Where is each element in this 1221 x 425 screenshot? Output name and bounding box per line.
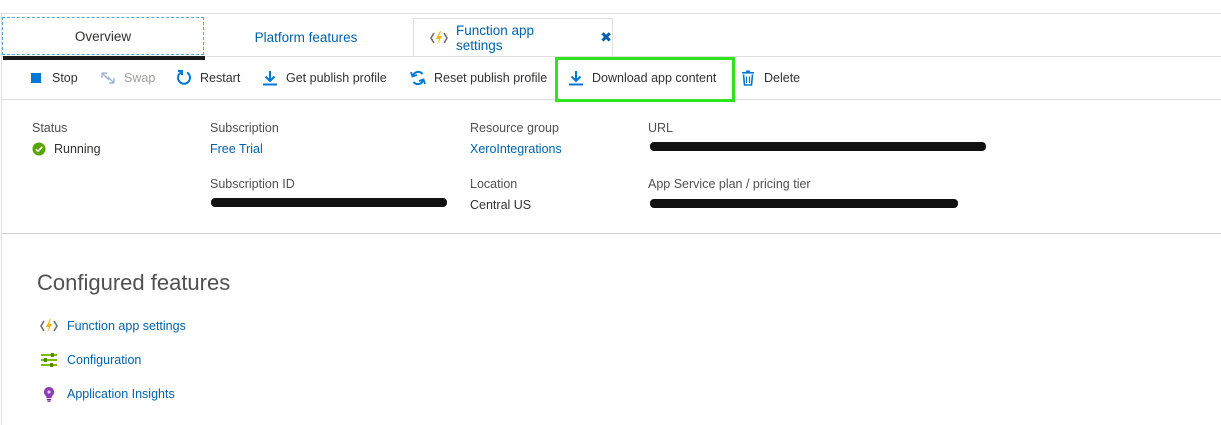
- restart-button[interactable]: Restart: [176, 57, 240, 99]
- restart-label: Restart: [200, 71, 241, 85]
- tab-overview[interactable]: Overview: [2, 17, 205, 60]
- stop-label: Stop: [52, 71, 78, 85]
- feature-application-insights[interactable]: Application Insights: [40, 386, 175, 402]
- subscription-id-redaction: [211, 198, 447, 207]
- stop-icon: [28, 70, 44, 86]
- reset-publish-profile-button[interactable]: Reset publish profile: [410, 57, 547, 99]
- running-check-icon: [32, 142, 46, 156]
- location-field: Location Central US: [470, 177, 531, 213]
- download-icon: [262, 70, 278, 86]
- resource-group-label: Resource group: [470, 121, 559, 135]
- command-bar: Stop Swap Restart Get publish profile Re…: [2, 57, 1221, 102]
- tab-function-app-settings-label: Function app settings: [456, 22, 535, 53]
- close-tab-icon[interactable]: ✖: [600, 29, 612, 46]
- status-label: Status: [32, 121, 68, 135]
- subscription-link[interactable]: Free Trial: [210, 140, 279, 157]
- subscription-label: Subscription: [210, 121, 279, 135]
- download-app-content-button[interactable]: Download app content: [568, 57, 716, 99]
- feature-label: Application Insights: [67, 387, 175, 401]
- swap-icon: [100, 70, 116, 86]
- feature-label: Function app settings: [67, 319, 186, 333]
- subscription-id-label: Subscription ID: [210, 177, 295, 191]
- location-value: Central US: [470, 197, 532, 212]
- status-field: Status Running: [32, 121, 101, 157]
- function-bolt-icon: [40, 318, 58, 334]
- function-app-overview: Overview Platform features Function app …: [0, 0, 1221, 425]
- configured-features-title: Configured features: [37, 270, 231, 295]
- subscription-id-field: Subscription ID: [210, 177, 295, 196]
- tab-overview-label: Overview: [74, 28, 132, 44]
- tab-platform-features-label: Platform features: [254, 29, 358, 45]
- delete-button[interactable]: Delete: [740, 57, 800, 99]
- function-bolt-icon: [430, 30, 448, 46]
- url-field: URL: [648, 121, 673, 140]
- resource-group-field: Resource group XeroIntegrations: [470, 121, 562, 157]
- feature-configuration[interactable]: Configuration: [40, 352, 141, 368]
- location-label: Location: [470, 177, 518, 191]
- reset-icon: [410, 70, 426, 86]
- stop-button[interactable]: Stop: [28, 57, 78, 99]
- feature-function-app-settings[interactable]: Function app settings: [40, 318, 186, 334]
- reset-publish-profile-label: Reset publish profile: [434, 71, 548, 85]
- tab-platform-features[interactable]: Platform features: [208, 17, 404, 57]
- status-value: Running: [32, 140, 101, 157]
- download-icon: [568, 70, 584, 86]
- plan-label: App Service plan / pricing tier: [648, 177, 811, 191]
- plan-field: App Service plan / pricing tier: [648, 177, 811, 196]
- tab-function-app-settings[interactable]: Function app settings ✖: [413, 18, 613, 56]
- get-publish-profile-label: Get publish profile: [286, 71, 387, 85]
- swap-button[interactable]: Swap: [100, 57, 155, 99]
- url-redaction[interactable]: [650, 142, 986, 151]
- delete-label: Delete: [764, 71, 801, 85]
- essentials-panel: Status Running Subscription Free Trial R…: [2, 100, 1221, 234]
- configuration-icon: [40, 352, 58, 368]
- get-publish-profile-button[interactable]: Get publish profile: [262, 57, 387, 99]
- status-text: Running: [54, 141, 101, 156]
- plan-redaction[interactable]: [650, 199, 958, 208]
- download-app-content-label: Download app content: [592, 71, 717, 85]
- trash-icon: [740, 70, 756, 86]
- tab-bar: Overview Platform features Function app …: [2, 14, 1221, 60]
- url-label: URL: [648, 121, 674, 135]
- swap-label: Swap: [124, 71, 156, 85]
- resource-group-link[interactable]: XeroIntegrations: [470, 140, 562, 157]
- app-insights-icon: [40, 386, 58, 402]
- restart-icon: [176, 70, 192, 86]
- subscription-field: Subscription Free Trial: [210, 121, 279, 157]
- feature-label: Configuration: [67, 353, 142, 367]
